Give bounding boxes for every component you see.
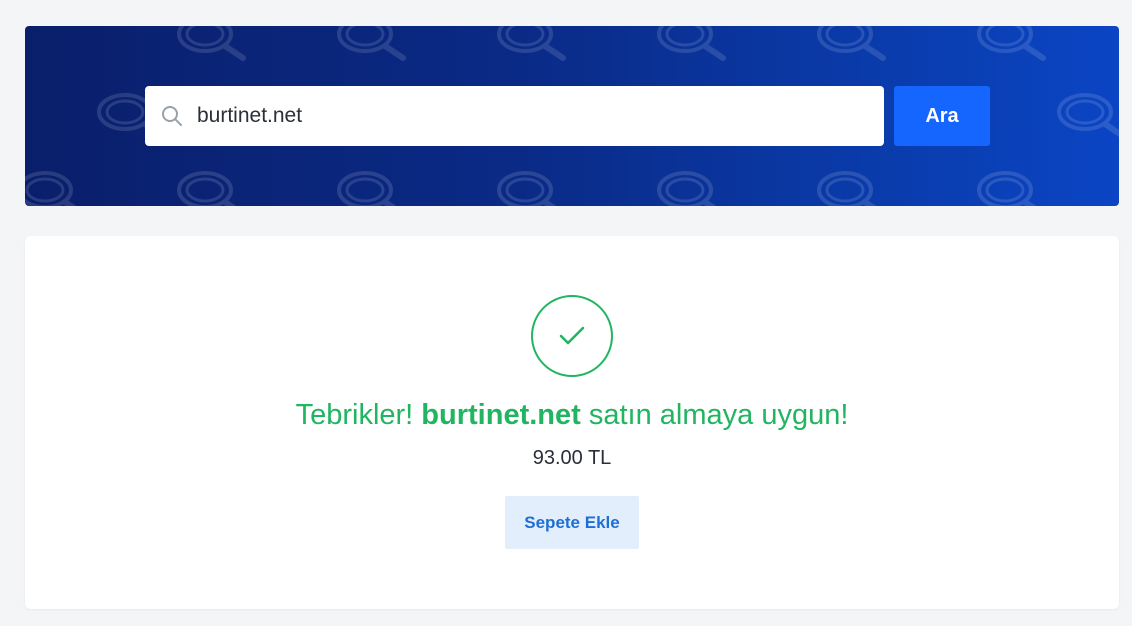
domain-search-input[interactable]	[197, 104, 837, 128]
domain-price: 93.00 TL	[532, 447, 612, 469]
search-icon	[161, 105, 183, 127]
result-card: Tebrikler! burtinet.net satın almaya uyg…	[25, 236, 1119, 609]
success-check-icon	[531, 295, 613, 377]
add-to-cart-button[interactable]: Sepete Ekle	[505, 496, 639, 549]
search-button[interactable]: Ara	[894, 86, 990, 146]
availability-message: Tebrikler! burtinet.net satın almaya uyg…	[25, 396, 1119, 434]
search-box	[145, 86, 884, 146]
message-suffix: satın almaya uygun!	[580, 399, 849, 431]
available-domain: burtinet.net	[421, 399, 581, 431]
message-prefix: Tebrikler!	[295, 399, 422, 431]
search-hero: Ara	[25, 26, 1119, 206]
